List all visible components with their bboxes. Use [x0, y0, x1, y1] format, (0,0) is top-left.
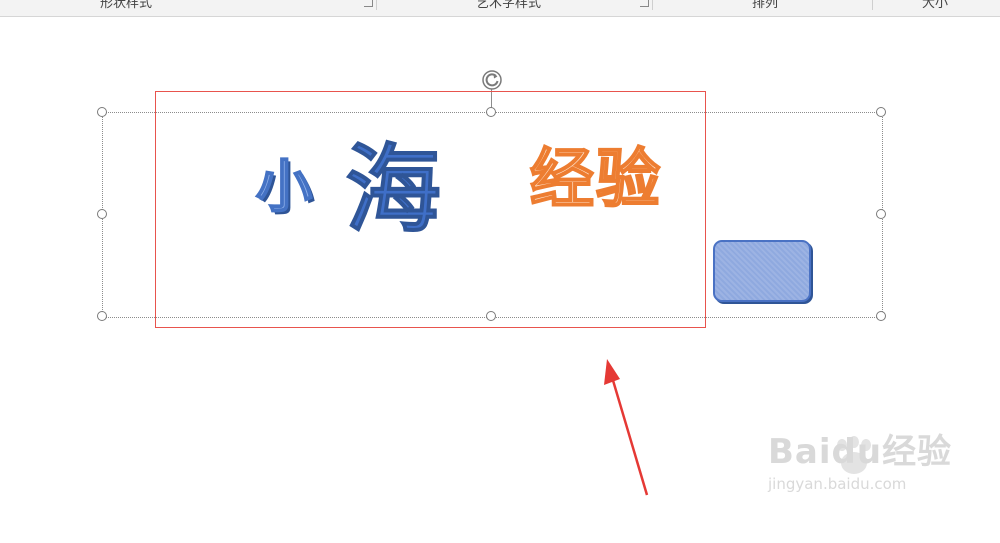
watermark-url: jingyan.baidu.com — [768, 475, 907, 493]
resize-handle-left[interactable] — [97, 209, 107, 219]
rotate-handle-icon[interactable] — [482, 70, 502, 90]
rounded-rectangle-shape[interactable] — [713, 240, 811, 302]
wordart-hai[interactable]: 海 — [345, 142, 442, 239]
ribbon-group-shape-styles[interactable]: 形状样式 — [100, 0, 152, 11]
resize-handle-bottom-left[interactable] — [97, 311, 107, 321]
ribbon-separator — [652, 0, 653, 10]
ribbon-separator — [872, 0, 873, 10]
resize-handle-bottom-right[interactable] — [876, 311, 886, 321]
watermark-brand: Bai — [768, 432, 832, 472]
ribbon-separator — [376, 0, 377, 10]
red-arrow-icon — [604, 359, 649, 496]
resize-handle-top-left[interactable] — [97, 107, 107, 117]
resize-handle-top-right[interactable] — [876, 107, 886, 117]
watermark-brand-cn: 经验 — [882, 432, 953, 472]
ribbon-strip: 形状样式 艺术字样式 排列 大小 — [0, 0, 1000, 17]
wordart-xiao[interactable]: 小 — [255, 159, 313, 217]
dialog-launcher-icon[interactable] — [364, 0, 373, 7]
wordart-jingyan[interactable]: 经验 — [529, 147, 662, 213]
ribbon-group-arrange[interactable]: 排列 — [752, 0, 778, 11]
dialog-launcher-icon[interactable] — [640, 0, 649, 7]
resize-handle-right[interactable] — [876, 209, 886, 219]
baidu-watermark: Baidu经验 jingyan.baidu.com — [768, 435, 952, 493]
watermark-brand2: du — [831, 432, 883, 472]
ribbon-group-size[interactable]: 大小 — [922, 0, 948, 11]
ribbon-group-wordart-styles[interactable]: 艺术字样式 — [476, 0, 541, 11]
